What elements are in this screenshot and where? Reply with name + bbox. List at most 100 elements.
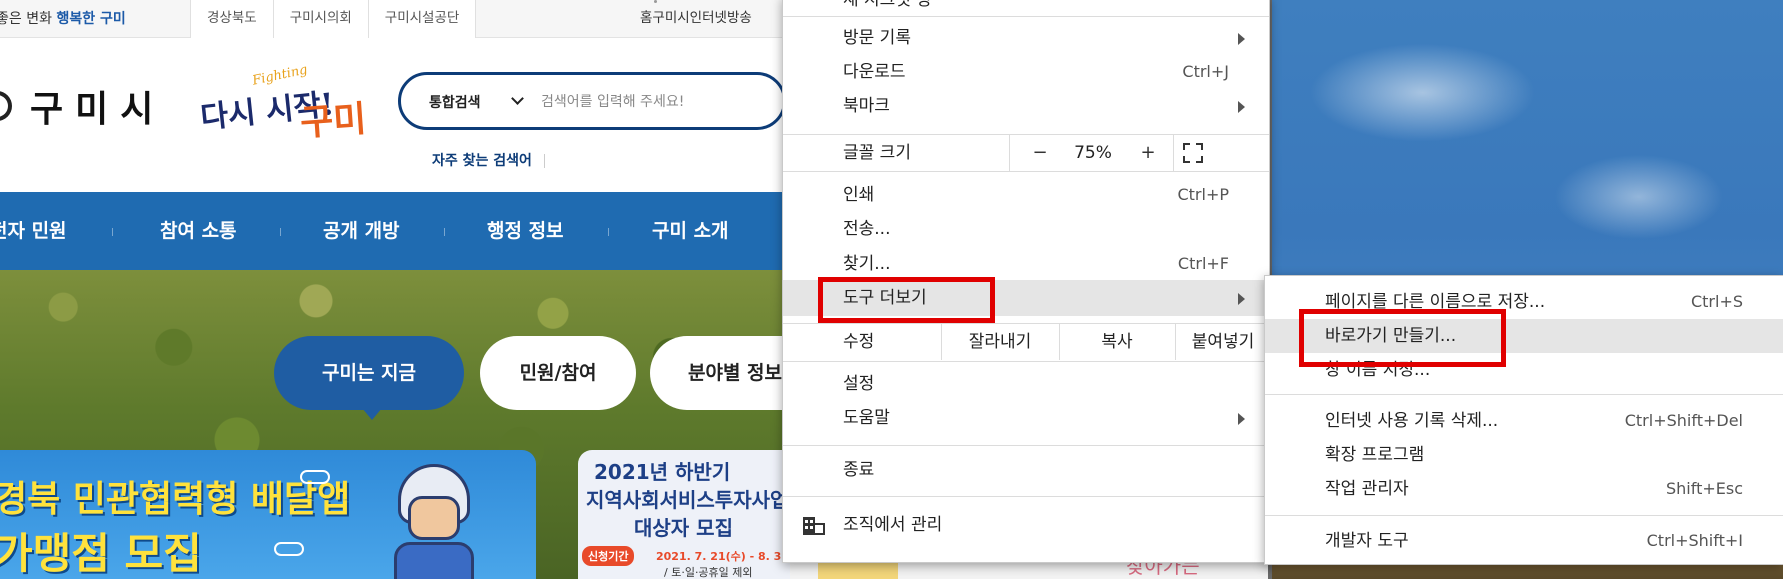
submenu-item-clear-browsing-data[interactable]: 인터넷 사용 기록 삭제... Ctrl+Shift+Del: [1265, 404, 1783, 438]
banner2-date-text: 2021. 7. 21(수) - 8. 3(화): [656, 550, 790, 563]
city-name: 구미시: [30, 89, 166, 130]
fullscreen-corner: [1196, 143, 1203, 150]
zoom-divider: [1009, 135, 1010, 171]
home-link[interactable]: 홈: [640, 10, 652, 26]
banner1-line1: 경북 민관협력형 배달앱: [0, 479, 351, 520]
menu-item-print[interactable]: 인쇄 Ctrl+P: [783, 178, 1269, 212]
building-window: [810, 520, 813, 523]
menu-separator: [1265, 394, 1783, 395]
menu-separator: [1265, 515, 1783, 516]
menu-item-cast[interactable]: 전송...: [783, 212, 1269, 246]
menu-item-label: 전송...: [843, 219, 891, 239]
menu-item-shortcut: Ctrl+S: [1690, 292, 1743, 311]
menu-item-label: 방문 기록: [843, 28, 911, 48]
menu-item-more-tools[interactable]: 도구 더보기: [783, 280, 1269, 316]
menu-item-label: 조직에서 관리: [843, 515, 943, 535]
zoom-level: 75%: [1074, 143, 1112, 163]
paste-button[interactable]: 붙여넣기: [1175, 324, 1271, 360]
menu-item-label: 새 시크릿 창: [843, 0, 933, 10]
submenu-item-create-shortcut[interactable]: 바로가기 만들기...: [1265, 319, 1783, 353]
menu-item-bookmarks[interactable]: 북마크: [783, 89, 1269, 123]
zoom-in-button[interactable]: +: [1123, 135, 1173, 171]
menu-item-label: 페이지를 다른 이름으로 저장...: [1325, 292, 1546, 312]
zoom-label: 글꼴 크기: [843, 143, 911, 163]
city-logo[interactable]: 구미시: [0, 80, 165, 132]
building-window: [805, 526, 808, 529]
frequent-search-terms[interactable]: 자주 찾는 검색어: [432, 150, 545, 170]
menu-item-label: 개발자 도구: [1325, 531, 1409, 551]
cloud-icon: [300, 470, 330, 484]
menu-separator: [783, 16, 1269, 17]
main-navigation: 전자 민원 참여 소통 공개 개방 행정 정보 구미 소개: [0, 192, 790, 270]
submenu-arrow-icon: [1238, 293, 1245, 305]
dot-separator: [654, 0, 657, 3]
gumi-city-website: 좋은 변화 행복한 구미 경상북도 구미시의회 구미시설공단 홈 구미시인터넷방송…: [0, 0, 790, 579]
submenu-item-task-manager[interactable]: 작업 관리자 Shift+Esc: [1265, 472, 1783, 506]
menu-item-shortcut: Ctrl+P: [1177, 185, 1229, 204]
mascot-illustration: [380, 464, 490, 579]
edit-label: 수정: [843, 332, 875, 352]
menu-item-label: 다운로드: [843, 62, 906, 82]
search-category-select[interactable]: 통합검색: [429, 92, 481, 112]
nav-divider: [280, 228, 281, 236]
fullscreen-corner: [1183, 143, 1190, 150]
more-tools-submenu: 페이지를 다른 이름으로 저장... Ctrl+S 바로가기 만들기... 창 …: [1264, 275, 1783, 565]
menu-item-label: 찾기...: [843, 254, 891, 274]
menu-item-settings[interactable]: 설정: [783, 367, 1269, 401]
menu-item-shortcut: Ctrl+J: [1182, 62, 1229, 81]
nav-e-civil-service[interactable]: 전자 민원: [0, 192, 67, 270]
menu-item-find[interactable]: 찾기... Ctrl+F: [783, 247, 1269, 281]
menu-item-managed-by-org[interactable]: 조직에서 관리: [783, 508, 1269, 542]
nav-about-gumi[interactable]: 구미 소개: [652, 192, 729, 270]
tab-field-info[interactable]: 분야별 정보: [650, 336, 790, 410]
menu-item-help[interactable]: 도움말: [783, 401, 1269, 435]
slogan-logo: 다시 시작! Fighting 구미: [199, 62, 368, 146]
city-emblem-icon: [0, 91, 12, 121]
slogan-highlight: 행복한 구미: [56, 11, 126, 27]
menu-separator: [783, 171, 1269, 172]
link-facilities-corp[interactable]: 구미시설공단: [367, 0, 477, 38]
tab-gumi-now[interactable]: 구미는 지금: [274, 336, 464, 420]
menu-item-shortcut: Shift+Esc: [1665, 479, 1743, 498]
link-city-council[interactable]: 구미시의회: [272, 0, 368, 38]
nav-participation[interactable]: 참여 소통: [160, 192, 237, 270]
submenu-item-extensions[interactable]: 확장 프로그램: [1265, 438, 1783, 472]
submenu-item-name-window[interactable]: 창 이름 지정...: [1265, 353, 1783, 387]
nav-divider: [608, 228, 609, 236]
nav-admin-info[interactable]: 행정 정보: [487, 192, 564, 270]
menu-item-downloads[interactable]: 다운로드 Ctrl+J: [783, 55, 1269, 89]
cut-button[interactable]: 잘라내기: [941, 324, 1059, 360]
submenu-item-developer-tools[interactable]: 개발자 도구 Ctrl+Shift+I: [1265, 524, 1783, 558]
menu-item-exit[interactable]: 종료: [783, 453, 1269, 487]
zoom-out-button[interactable]: −: [1015, 135, 1065, 171]
building-window: [805, 520, 808, 523]
banner2-recruit: 대상자 모집: [634, 516, 733, 540]
link-gyeongbuk[interactable]: 경상북도: [190, 0, 273, 38]
menu-item-incognito[interactable]: 새 시크릿 창: [783, 0, 1269, 17]
menu-item-label: 설정: [843, 374, 875, 394]
social-service-banner[interactable]: 2021년 하반기 지역사회서비스투자사업 대상자 모집 신청기간 2021. …: [578, 450, 790, 579]
fullscreen-corner: [1183, 156, 1190, 163]
menu-separator: [783, 496, 1269, 497]
submenu-item-save-page[interactable]: 페이지를 다른 이름으로 저장... Ctrl+S: [1265, 285, 1783, 319]
internet-broadcast-link[interactable]: 구미시인터넷방송: [652, 10, 751, 26]
menu-separator: [783, 445, 1269, 446]
slogan-prefix: 좋은 변화: [0, 11, 52, 27]
copy-button[interactable]: 복사: [1059, 324, 1175, 360]
chevron-down-icon[interactable]: [511, 92, 524, 105]
banner2-note: / 토·일·공휴일 제외: [664, 566, 753, 579]
nav-open-disclosure[interactable]: 공개 개방: [323, 192, 400, 270]
menu-item-label: 도움말: [843, 408, 890, 428]
mascot-body: [394, 542, 474, 579]
building-icon: [803, 515, 825, 535]
menu-item-history[interactable]: 방문 기록: [783, 21, 1269, 55]
zoom-divider: [1173, 135, 1174, 171]
tab-civil-participation[interactable]: 민원/참여: [480, 336, 636, 410]
fullscreen-icon[interactable]: [1183, 143, 1203, 163]
building-wing: [815, 523, 825, 535]
search-bar: 통합검색: [398, 72, 786, 130]
menu-item-label: 작업 관리자: [1325, 479, 1409, 499]
delivery-app-banner[interactable]: 경북 민관협력형 배달앱 가맹점 모집: [0, 450, 536, 579]
mascot-face: [408, 496, 460, 540]
search-input[interactable]: [541, 89, 781, 115]
